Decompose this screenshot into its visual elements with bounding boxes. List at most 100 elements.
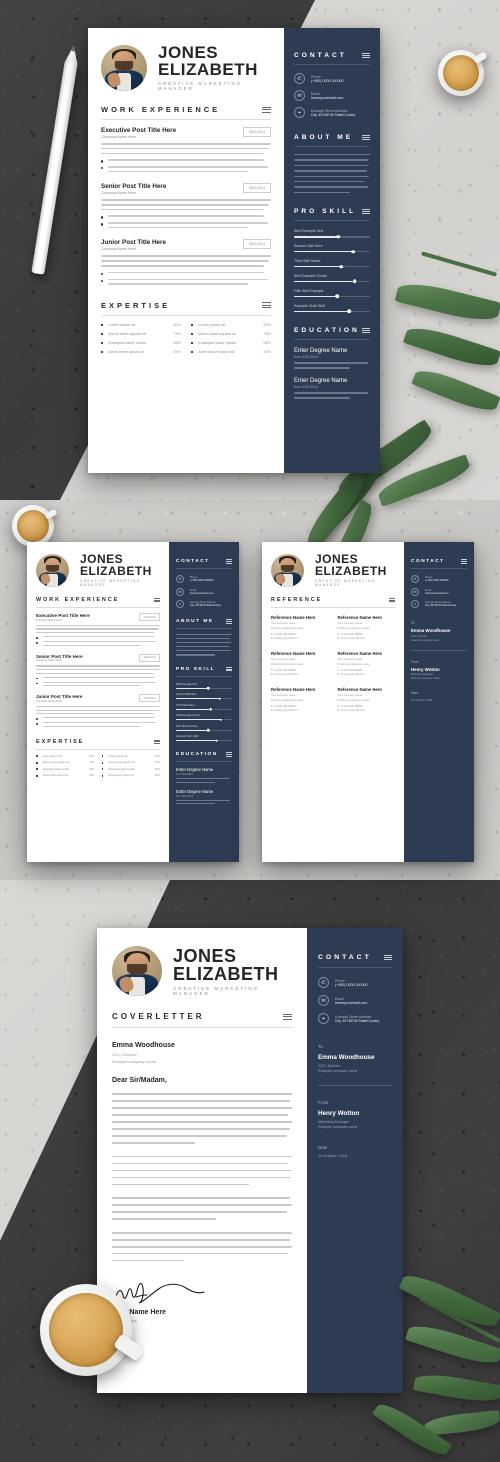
skill-slider[interactable]	[176, 686, 232, 690]
skill-label: Skill Example Fourth	[176, 714, 200, 718]
divider	[294, 220, 370, 222]
coffee-cup-bottom	[40, 1284, 145, 1376]
expertise-pct: 90%	[89, 754, 95, 758]
section-education-header: EDUCATION	[176, 752, 232, 757]
reference-company: Your company name	[337, 694, 363, 697]
expertise-pct: 49%	[154, 774, 160, 778]
from-name: Henry Wotton	[318, 1110, 360, 1117]
skill-slider[interactable]	[176, 707, 232, 711]
section-contact-header: CONTACT	[294, 52, 370, 59]
date-value: 12 October, 2018	[411, 697, 433, 702]
expertise-label: Examples facer medio	[198, 340, 236, 345]
envelope-icon: ✉	[411, 587, 419, 596]
menu-icon[interactable]	[153, 739, 160, 745]
pin-icon: ⌖	[294, 107, 305, 118]
job-title: Executive Post Title Here	[36, 613, 90, 618]
skill-slider[interactable]	[294, 264, 370, 269]
skill-item: Skill Example One	[176, 683, 232, 690]
skill-slider[interactable]	[176, 728, 232, 732]
section-title: EDUCATION	[294, 326, 360, 334]
expertise-column-right: Lorem ipsum sit 90% Ipsum amet aquam sit 7…	[191, 323, 271, 354]
menu-icon[interactable]	[262, 106, 271, 113]
reference-phone: P: (+440) 000 85890	[337, 668, 363, 672]
skill-slider[interactable]	[176, 697, 232, 700]
contact-value: City, 45748745 State/Country	[425, 604, 457, 607]
expertise-row: Examples facer medio 68%	[101, 341, 181, 345]
contact-row-phone: ✆ Phone (+450) 0000 000000	[294, 73, 370, 84]
job-title: Senior Post Title Here	[36, 653, 83, 659]
job-date-badge: 2010-2014	[139, 694, 160, 703]
menu-icon[interactable]	[226, 619, 232, 624]
resume-sheet-large-page1[interactable]: JONES ELIZABETH CREATIVE MARKETING MANAG…	[88, 28, 380, 473]
resume-sheet-small-page1[interactable]: JONES ELIZABETH CREATIVE MARKETING MANAG…	[27, 542, 239, 862]
reference-item: Reference Name Here Your company name Po…	[271, 651, 329, 676]
menu-icon[interactable]	[362, 52, 370, 59]
section-title: PRO SKILL	[176, 666, 216, 672]
divider	[101, 314, 271, 316]
coverletter-sheet[interactable]: JONES ELIZABETH CREATIVE MARKETING MANAG…	[97, 928, 403, 1393]
menu-icon[interactable]	[384, 954, 392, 961]
section-reference-header: REFERENCE	[271, 597, 395, 603]
skill-slider[interactable]	[176, 718, 232, 721]
section-title: REFERENCE	[271, 597, 323, 603]
skill-slider[interactable]	[294, 249, 370, 254]
resume-header: JONES ELIZABETH CREATIVE MARKETING MANAG…	[271, 553, 395, 587]
reference-name: Reference Name Here	[271, 687, 316, 692]
from-role: Marketing Manager	[318, 1119, 349, 1124]
section-title: WORK EXPERIENCE	[101, 105, 221, 114]
education-degree: Enter Degree Name	[294, 377, 348, 384]
section-title: CONTACT	[411, 559, 445, 564]
menu-icon[interactable]	[226, 752, 232, 757]
menu-icon[interactable]	[226, 559, 232, 564]
menu-icon[interactable]	[262, 302, 271, 309]
menu-icon[interactable]	[153, 597, 160, 603]
skill-slider[interactable]	[294, 309, 370, 314]
expertise-label: Amet ipsum ipsum sit	[198, 349, 235, 354]
menu-icon[interactable]	[226, 666, 232, 672]
expertise-label: Examples facer medio	[42, 767, 70, 771]
skill-slider[interactable]	[294, 294, 370, 299]
menu-icon[interactable]	[461, 559, 467, 564]
menu-icon[interactable]	[362, 208, 370, 215]
expertise-row: Ipsum amet aquam sit 75%	[101, 332, 181, 336]
menu-icon[interactable]	[362, 327, 370, 334]
expertise-label: Ipsum amet aquam sit	[108, 331, 146, 336]
expertise-row: Amet lorem ipsum sit 49%	[101, 350, 181, 354]
skill-label: Second Skill Here	[176, 693, 197, 697]
contact-row-email: ✉ Email loremyouremail.com	[318, 995, 392, 1006]
expertise-label: Amet ipsum ipsum sit	[108, 774, 134, 778]
section-expertise-header: EXPERTISE	[36, 739, 160, 745]
menu-icon[interactable]	[388, 597, 395, 603]
expertise-pct: 75%	[154, 761, 160, 765]
from-company: Example company name	[318, 1125, 358, 1129]
letter-paragraph	[112, 1155, 292, 1186]
name-block: JONES ELIZABETH CREATIVE MARKETING MANAG…	[173, 947, 292, 996]
expertise-label: Lorem ipsum sit	[198, 322, 226, 327]
divider	[411, 568, 467, 569]
menu-icon[interactable]	[362, 134, 370, 141]
letter-to-block: To Emma Woodhouse CEO, Director Example …	[318, 1044, 392, 1073]
skill-slider[interactable]	[294, 235, 370, 239]
resume-sheet-small-page2-reference[interactable]: JONES ELIZABETH CREATIVE MARKETING MANAG…	[262, 542, 474, 862]
to-name: Emma Woodhouse	[411, 628, 451, 633]
skill-item: Example Sixth Skill	[294, 304, 370, 314]
expertise-pct: 90%	[173, 322, 181, 327]
expertise-row: Amet lorem ipsum sit 49%	[36, 774, 95, 777]
job-title: Junior Post Title Here	[101, 239, 166, 247]
about-me-text	[294, 154, 370, 194]
expertise-pct: 68%	[263, 340, 271, 345]
skill-item: Skill Example Fourth	[176, 714, 232, 721]
skill-slider[interactable]	[176, 739, 232, 742]
resume-sidebar: CONTACT ✆ Phone (+450) 0000 000000 ✉ Emai…	[169, 542, 239, 862]
expertise-label: Examples facer medio	[108, 767, 135, 771]
avatar	[112, 946, 162, 996]
menu-icon[interactable]	[283, 1013, 292, 1020]
section-title: WORK EXPERIENCE	[36, 597, 120, 603]
divider	[36, 607, 160, 608]
expertise-label: Ipsum amet aquam sit	[42, 761, 70, 765]
section-title: CONTACT	[294, 52, 347, 59]
envelope-icon: ✉	[176, 587, 184, 596]
reference-company: Your company name	[271, 658, 296, 661]
skill-slider[interactable]	[294, 279, 370, 284]
expertise-pct: 90%	[154, 754, 160, 758]
